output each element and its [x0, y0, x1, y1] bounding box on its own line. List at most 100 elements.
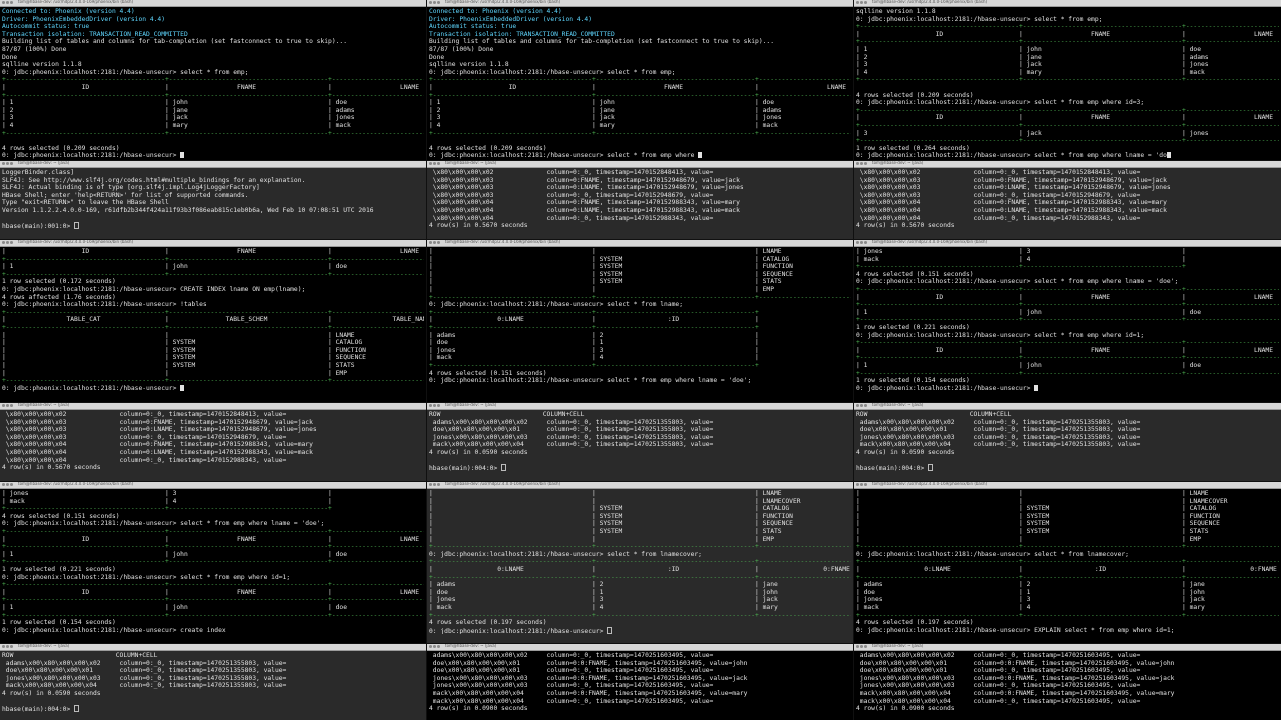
window-title-bar[interactable]: tom@hbase-dev: ~ (java) [0, 644, 426, 651]
terminal-window[interactable]: tom@hbase-dev: ~ (java) \x80\x00\x00\x02… [427, 161, 853, 239]
window-title-bar[interactable]: tom@hbase-dev: ~ (java) [854, 161, 1281, 168]
window-controls-icon[interactable] [2, 1, 14, 5]
terminal-line: 0: jdbc:phoenix:localhost:2181:/hbase-un… [856, 626, 1175, 634]
terminal-line: | | SYSTEM | STATS | [429, 278, 782, 286]
window-controls-icon[interactable] [856, 162, 868, 166]
window-controls-icon[interactable] [429, 645, 441, 649]
window-controls-icon[interactable] [856, 241, 868, 245]
terminal-window[interactable]: tom@hbase-dev: ~ (java) ROW COLUMN+CELL a… [854, 403, 1281, 481]
window-title-bar[interactable]: tom@hbase-dev: ~ (java) [854, 403, 1281, 410]
terminal-output[interactable]: | | | LNAME | | | LNAMECOVER | | SYSTEM … [854, 489, 1281, 636]
window-title-bar[interactable]: tom@hbase-dev: /usr/hdp/2.4.0.0-169/phoe… [854, 482, 1281, 489]
terminal-window[interactable]: tom@hbase-dev: ~ (java) \x80\x00\x00\x02… [0, 403, 426, 481]
window-title-bar[interactable]: tom@hbase-dev: ~ (java) [854, 644, 1281, 651]
terminal-line: | | | EMP | [429, 535, 774, 543]
terminal-output[interactable]: | jones | 3 | | mack | 4 | +--------------… [0, 489, 426, 636]
window-title-bar[interactable]: tom@hbase-dev: ~ (java) [427, 161, 853, 168]
terminal-window[interactable]: tom@hbase-dev: /usr/hdp/2.4.0.0-169/phoe… [0, 482, 426, 643]
terminal-line: 4 row(s) in 0.5670 seconds [2, 464, 101, 472]
terminal-line: | jones | 3 | [2, 490, 332, 497]
terminal-window[interactable]: tom@hbase-dev: /usr/hdp/2.4.0.0-169/phoe… [854, 482, 1281, 643]
window-controls-icon[interactable] [2, 645, 14, 649]
terminal-output[interactable]: sqlline version 1.1.8 0: jdbc:phoenix:loc… [854, 7, 1281, 160]
window-title-bar[interactable]: tom@hbase-dev: /usr/hdp/2.4.0.0-169/phoe… [854, 240, 1281, 247]
window-controls-icon[interactable] [856, 483, 868, 487]
terminal-line: sqlline version 1.1.8 [856, 8, 936, 15]
terminal-output[interactable]: | ID | FNAME | LNAME |+-----------------… [0, 247, 426, 394]
terminal-window[interactable]: tom@hbase-dev: /usr/hdp/2.4.0.0-169/phoe… [427, 482, 853, 643]
terminal-output[interactable]: Connected to: Phoenix (version 4.4) Drive… [427, 7, 853, 160]
terminal-line: | TABLE_CAT | TABLE_SCHEM | TABLE_NAME | [2, 316, 424, 324]
terminal-window[interactable]: tom@hbase-dev: /usr/hdp/2.4.0.0-169/phoe… [427, 0, 853, 160]
terminal-line: | mack | 4 | [856, 255, 1186, 263]
terminal-window[interactable]: tom@hbase-dev: /usr/hdp/2.4.0.0-169/phoe… [854, 0, 1281, 160]
terminal-line: SLF4J: See http://www.slf4j.org/codes.ht… [2, 176, 306, 184]
window-title: tom@hbase-dev: /usr/hdp/2.4.0.0-169/phoe… [18, 240, 134, 244]
terminal-line: | ID | FNAME | LNAME | [856, 293, 1274, 301]
terminal-window[interactable]: tom@hbase-dev: ~ (java) ROW COLUMN+CELL a… [427, 403, 853, 481]
terminal-line: 4 rows selected (0.151 seconds) [429, 369, 547, 377]
window-title-bar[interactable]: tom@hbase-dev: /usr/hdp/2.4.0.0-169/phoe… [0, 482, 426, 489]
terminal-output[interactable]: \x80\x00\x00\x02 column=0:_0, timestamp=… [0, 410, 426, 473]
terminal-line: | | | LNAMECOVER | [429, 497, 801, 505]
terminal-line: | ID | FNAME | LNAME | [856, 30, 1274, 38]
window-title-bar[interactable]: tom@hbase-dev: /usr/hdp/2.4.0.0-169/phoe… [0, 240, 426, 247]
window-controls-icon[interactable] [856, 1, 868, 5]
terminal-output[interactable]: \x80\x00\x00\x02 column=0:_0, timestamp=… [854, 168, 1281, 231]
window-controls-icon[interactable] [429, 241, 441, 245]
window-controls-icon[interactable] [2, 162, 14, 166]
terminal-line: mack\x00\x80\x00\x00\x04 column=0:_0, ti… [429, 697, 714, 705]
window-title-bar[interactable]: tom@hbase-dev: ~ (java) [427, 644, 853, 651]
window-controls-icon[interactable] [856, 404, 868, 408]
window-controls-icon[interactable] [2, 483, 14, 487]
terminal-window[interactable]: tom@hbase-dev: /usr/hdp/2.4.0.0-169/phoe… [854, 240, 1281, 402]
terminal-window[interactable]: tom@hbase-dev: ~ (java) adams\x00\x80\x0… [854, 644, 1281, 720]
window-controls-icon[interactable] [429, 1, 441, 5]
window-title-bar[interactable]: tom@hbase-dev: /usr/hdp/2.4.0.0-169/phoe… [427, 482, 853, 489]
terminal-output[interactable]: | | | LNAME || | SYSTEM [427, 247, 853, 386]
terminal-window[interactable]: tom@hbase-dev: ~ (java) ROW COLUMN+CELL a… [0, 644, 426, 720]
window-controls-icon[interactable] [429, 162, 441, 166]
terminal-output[interactable]: LoggerBinder.class] SLF4J: See http://www… [0, 168, 426, 231]
window-title-bar[interactable]: tom@hbase-dev: /usr/hdp/2.4.0.0-169/phoe… [427, 0, 853, 7]
terminal-output[interactable]: Connected to: Phoenix (version 4.4) Drive… [0, 7, 426, 160]
window-controls-icon[interactable] [429, 404, 441, 408]
terminal-output[interactable]: | | | LNAME | | | LNAMECOVER | | SYSTEM … [427, 489, 853, 636]
terminal-window[interactable]: tom@hbase-dev: /usr/hdp/2.4.0.0-169/phoe… [0, 0, 426, 160]
terminal-line: +---------------------------------------… [856, 543, 1279, 551]
window-title: tom@hbase-dev: /usr/hdp/2.4.0.0-169/phoe… [872, 0, 988, 4]
window-title-bar[interactable]: tom@hbase-dev: /usr/hdp/2.4.0.0-169/phoe… [427, 240, 853, 247]
terminal-line: Autocommit status: true [2, 23, 90, 31]
terminal-line: | doe | 1 | john | [429, 588, 778, 596]
window-title-bar[interactable]: tom@hbase-dev: /usr/hdp/2.4.0.0-169/phoe… [0, 0, 426, 7]
terminal-output[interactable]: adams\x00\x80\x00\x00\x02 column=0:_0, t… [854, 651, 1281, 714]
window-title-bar[interactable]: tom@hbase-dev: ~ (java) [0, 161, 426, 168]
terminal-line: | doe | 1 | john | [856, 588, 1205, 596]
terminal-line: 0: jdbc:phoenix:localhost:2181:/hbase-un… [2, 520, 325, 528]
terminal-output[interactable]: \x80\x00\x00\x02 column=0:_0, timestamp=… [427, 168, 853, 231]
window-controls-icon[interactable] [429, 483, 441, 487]
terminal-line: 4 row(s) in 0.5670 seconds [856, 222, 955, 230]
terminal-window[interactable]: tom@hbase-dev: ~ (java) \x80\x00\x00\x02… [854, 161, 1281, 239]
terminal-window[interactable]: tom@hbase-dev: ~ (java) LoggerBinder.clas… [0, 161, 426, 239]
window-title-bar[interactable]: tom@hbase-dev: ~ (java) [427, 403, 853, 410]
terminal-output[interactable]: ROW COLUMN+CELL adams\x00\x80\x00\x00\x0… [854, 410, 1281, 473]
terminal-output[interactable]: ROW COLUMN+CELL adams\x00\x80\x00\x00\x0… [427, 410, 853, 473]
terminal-window[interactable]: tom@hbase-dev: /usr/hdp/2.4.0.0-169/phoe… [0, 240, 426, 402]
window-controls-icon[interactable] [856, 645, 868, 649]
window-title-bar[interactable]: tom@hbase-dev: ~ (java) [0, 403, 426, 410]
terminal-line: \x80\x00\x00\x03 column=0:FNAME, timesta… [856, 176, 1167, 184]
terminal-output[interactable]: | jones | 3 | | mack | 4 | +--------------… [854, 247, 1281, 394]
terminal-line: +---------------------------------------… [2, 323, 424, 331]
terminal-window[interactable]: tom@hbase-dev: /usr/hdp/2.4.0.0-169/phoe… [427, 240, 853, 402]
terminal-output[interactable]: adams\x00\x80\x00\x00\x02 column=0:_0, t… [427, 651, 853, 714]
terminal-line: \x80\x00\x00\x03 column=0:_0, timestamp=… [429, 191, 714, 199]
window-title-bar[interactable]: tom@hbase-dev: /usr/hdp/2.4.0.0-169/phoe… [854, 0, 1281, 7]
terminal-output[interactable]: ROW COLUMN+CELL adams\x00\x80\x00\x00\x0… [0, 651, 426, 714]
terminal-window[interactable]: tom@hbase-dev: ~ (java) adams\x00\x80\x0… [427, 644, 853, 720]
window-controls-icon[interactable] [2, 404, 14, 408]
terminal-line: \x80\x00\x00\x03 column=0:FNAME, timesta… [429, 176, 740, 184]
window-controls-icon[interactable] [2, 241, 14, 245]
